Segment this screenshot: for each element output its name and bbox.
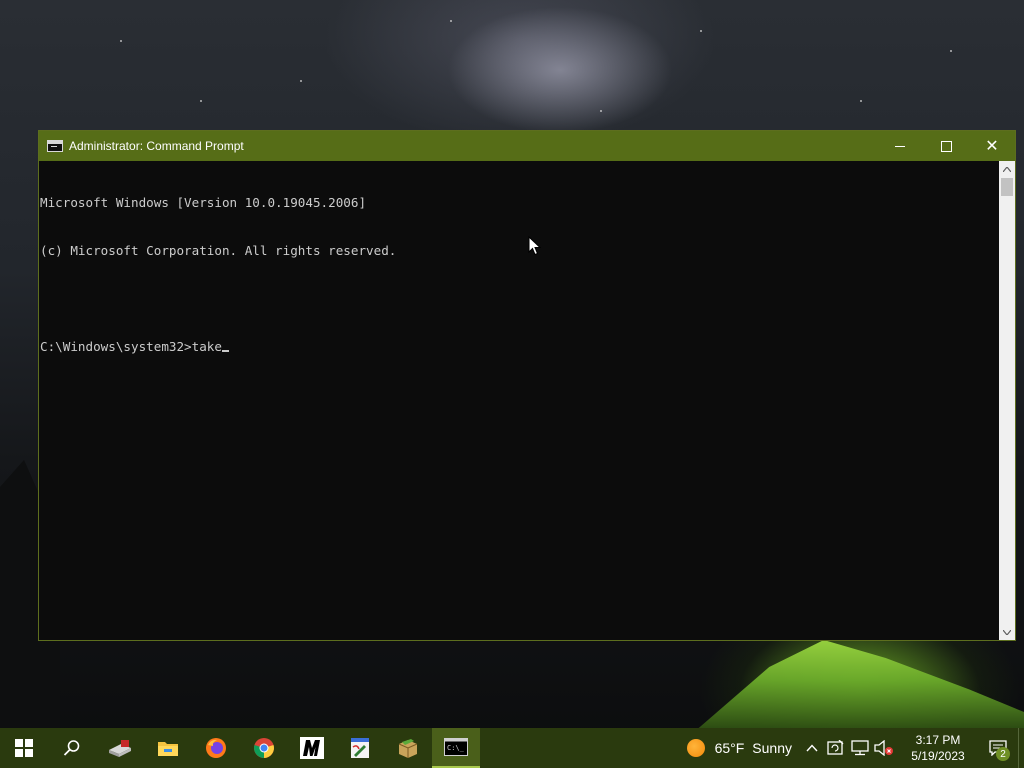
taskbar-app-paint[interactable] — [336, 728, 384, 768]
star — [200, 100, 202, 102]
taskbar-app-firefox[interactable] — [192, 728, 240, 768]
cmd-icon — [47, 140, 63, 152]
chevron-down-icon — [1003, 629, 1011, 635]
window-controls: ✕ — [877, 131, 1015, 161]
taskbar: C:\_ 65°F Sunny 3:17 PM 5/19/2023 2 — [0, 728, 1024, 768]
taskbar-app-chrome[interactable] — [240, 728, 288, 768]
action-center-button[interactable]: 2 — [978, 728, 1018, 768]
close-icon: ✕ — [985, 136, 999, 155]
console-output[interactable]: Microsoft Windows [Version 10.0.19045.20… — [39, 161, 999, 640]
clock-time: 3:17 PM — [915, 733, 961, 747]
search-icon — [63, 740, 80, 756]
star — [120, 40, 122, 42]
security-update-icon — [827, 740, 844, 755]
weather-temperature: 65°F — [714, 740, 745, 756]
scroll-up-button[interactable] — [999, 161, 1015, 177]
system-tray: 65°F Sunny 3:17 PM 5/19/2023 2 — [686, 728, 1024, 768]
console-line: Microsoft Windows [Version 10.0.19045.20… — [40, 195, 367, 210]
star — [600, 110, 602, 112]
desktop: Administrator: Command Prompt ✕ Microsof… — [0, 0, 1024, 768]
weather-condition: Sunny — [752, 740, 792, 756]
tray-update-icon-button[interactable] — [824, 728, 848, 768]
minimize-button[interactable] — [877, 131, 923, 161]
window-titlebar[interactable]: Administrator: Command Prompt ✕ — [39, 131, 1015, 161]
network-icon — [851, 740, 869, 756]
firefox-icon — [206, 738, 226, 758]
star — [450, 20, 452, 22]
network-button[interactable] — [848, 728, 872, 768]
vertical-scrollbar[interactable] — [999, 161, 1015, 640]
minimize-icon — [895, 145, 905, 147]
star — [700, 30, 702, 32]
show-desktop-button[interactable] — [1018, 728, 1024, 768]
weather-widget[interactable]: 65°F Sunny — [686, 728, 800, 768]
window-title: Administrator: Command Prompt — [69, 139, 244, 153]
volume-button[interactable] — [872, 728, 896, 768]
search-button[interactable] — [48, 728, 96, 768]
taskbar-app-archive[interactable] — [384, 728, 432, 768]
start-button[interactable] — [0, 728, 48, 768]
show-hidden-icons-button[interactable] — [800, 728, 824, 768]
wallpaper-tent — [696, 640, 1024, 730]
chevron-up-icon — [806, 744, 818, 752]
clock[interactable]: 3:17 PM 5/19/2023 — [902, 732, 974, 764]
console-prompt-line: C:\Windows\system32>take — [39, 339, 999, 355]
scrollbar-thumb[interactable] — [1001, 178, 1013, 196]
folder-icon — [158, 742, 178, 756]
windows-logo-icon — [15, 739, 33, 757]
maximize-button[interactable] — [923, 131, 969, 161]
sun-icon — [686, 739, 705, 757]
console-line: (c) Microsoft Corporation. All rights re… — [40, 243, 397, 258]
m-letter-icon — [300, 737, 324, 759]
command-prompt-window[interactable]: Administrator: Command Prompt ✕ Microsof… — [38, 130, 1016, 641]
star — [950, 50, 952, 52]
disk-tool-icon — [109, 740, 131, 757]
taskbar-app-rescue-disk[interactable] — [96, 728, 144, 768]
maximize-icon — [940, 140, 952, 152]
svg-text:C:\_: C:\_ — [447, 744, 465, 752]
taskbar-app-command-prompt[interactable]: C:\_ — [432, 728, 480, 768]
text-cursor — [221, 350, 229, 352]
notification-count-badge: 2 — [996, 747, 1010, 761]
package-icon — [398, 739, 418, 758]
scroll-down-button[interactable] — [999, 624, 1015, 640]
volume-muted-icon — [874, 740, 893, 756]
cmd-icon: C:\_ — [444, 738, 468, 756]
taskbar-app-file-explorer[interactable] — [144, 728, 192, 768]
mouse-pointer-icon — [528, 236, 542, 256]
chevron-up-icon — [1003, 166, 1011, 172]
clock-date: 5/19/2023 — [911, 749, 965, 763]
console-prompt-text: C:\Windows\system32>take — [40, 339, 222, 354]
star — [300, 80, 302, 82]
chrome-icon — [254, 738, 274, 758]
star — [860, 100, 862, 102]
taskbar-app-m[interactable] — [288, 728, 336, 768]
close-button[interactable]: ✕ — [969, 131, 1015, 161]
paint-icon — [351, 738, 369, 758]
